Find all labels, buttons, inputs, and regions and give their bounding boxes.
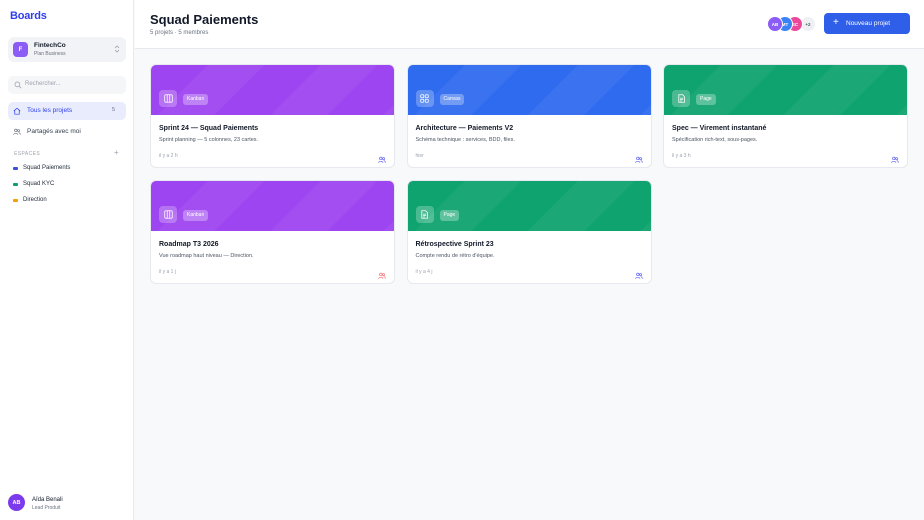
project-card[interactable]: Kanban Sprint 24 — Squad Paiements Sprint … bbox=[150, 64, 395, 168]
new-project-label: Nouveau projet bbox=[846, 20, 891, 27]
home-icon bbox=[13, 107, 21, 115]
sidebar: Boards F FintechCo Plan Business Recherc… bbox=[0, 0, 134, 520]
card-banner: Kanban bbox=[151, 65, 394, 115]
space-label: Squad KYC bbox=[23, 181, 55, 187]
brand-logo[interactable]: Boards bbox=[10, 10, 47, 22]
project-card[interactable]: Kanban Roadmap T3 2026 Vue roadmap haut ni… bbox=[150, 180, 395, 284]
chevron-updown-icon bbox=[114, 45, 120, 55]
card-banner: Canvas bbox=[407, 65, 651, 115]
kanban-icon bbox=[159, 206, 177, 223]
plus-icon: + bbox=[833, 17, 839, 28]
page-subtitle: 5 projets · 5 membres bbox=[150, 30, 209, 36]
add-space-button[interactable]: + bbox=[114, 148, 119, 157]
avatar: AB bbox=[8, 494, 25, 511]
search-icon bbox=[14, 81, 22, 89]
card-banner: Page bbox=[407, 181, 651, 231]
space-color-dot bbox=[13, 183, 18, 186]
project-type-badge: Page bbox=[696, 94, 716, 105]
space-color-dot bbox=[13, 167, 18, 170]
users-icon bbox=[13, 128, 21, 135]
space-color-dot bbox=[13, 199, 18, 202]
project-description: Spécification rich-text, sous-pages. bbox=[672, 137, 758, 143]
workspace-avatar: F bbox=[13, 42, 28, 57]
shared-users-icon[interactable] bbox=[634, 267, 643, 279]
project-timestamp: il y a 2 h bbox=[159, 153, 178, 159]
spaces-section-title: ESPACES bbox=[14, 151, 41, 157]
project-title: Sprint 24 — Squad Paiements bbox=[159, 125, 259, 132]
workspace-name: FintechCo bbox=[34, 42, 66, 49]
project-description: Compte rendu de rétro d'équipe. bbox=[415, 253, 495, 259]
project-card[interactable]: Page Rétrospective Sprint 23 Compte rendu … bbox=[406, 180, 652, 284]
project-card[interactable]: Canvas Architecture — Paiements V2 Schéma … bbox=[406, 64, 652, 168]
canvas-icon bbox=[415, 90, 434, 107]
project-card[interactable]: Page Spec — Virement instantané Spécificat… bbox=[663, 64, 908, 168]
space-label: Squad Paiements bbox=[23, 165, 71, 171]
project-title: Architecture — Paiements V2 bbox=[415, 125, 514, 132]
shared-users-icon[interactable] bbox=[378, 151, 386, 163]
project-type-badge: Page bbox=[439, 210, 460, 221]
user-role: Lead Produit bbox=[32, 505, 61, 511]
workspace-plan: Plan Business bbox=[34, 51, 66, 57]
project-description: Sprint planning — 5 colonnes, 23 cartes. bbox=[159, 137, 259, 143]
project-timestamp: il y a 4 j bbox=[415, 269, 433, 275]
project-type-badge: Kanban bbox=[183, 210, 209, 221]
card-banner: Page bbox=[664, 65, 907, 115]
project-timestamp: il y a 3 h bbox=[672, 153, 691, 159]
project-title: Roadmap T3 2026 bbox=[159, 241, 219, 248]
project-type-badge: Kanban bbox=[183, 94, 209, 105]
page-icon bbox=[415, 206, 434, 223]
page-header: Squad Paiements 5 projets · 5 membres AB… bbox=[135, 0, 924, 49]
search-input[interactable]: Rechercher... bbox=[8, 76, 126, 94]
new-project-button[interactable]: + Nouveau projet bbox=[824, 13, 910, 34]
workspace-switcher[interactable]: F FintechCo Plan Business bbox=[8, 37, 126, 62]
shared-users-icon[interactable] bbox=[891, 151, 899, 163]
kanban-icon bbox=[159, 90, 177, 107]
space-label: Direction bbox=[23, 197, 47, 203]
shared-users-icon[interactable] bbox=[378, 267, 386, 279]
project-type-badge: Canvas bbox=[439, 94, 465, 105]
project-title: Rétrospective Sprint 23 bbox=[415, 241, 494, 248]
nav-shared-label: Partagés avec moi bbox=[27, 128, 81, 135]
user-name: Aïda Benali bbox=[32, 497, 63, 503]
project-description: Vue roadmap haut niveau — Direction. bbox=[159, 253, 254, 259]
project-timestamp: il y a 1 j bbox=[159, 269, 176, 275]
nav-all-projects-label: Tous les projets bbox=[27, 107, 73, 114]
project-title: Spec — Virement instantané bbox=[672, 125, 767, 132]
project-description: Schéma technique : services, BDD, files. bbox=[415, 137, 515, 143]
nav-shared[interactable]: Partagés avec moi bbox=[8, 123, 126, 141]
nav-all-projects[interactable]: Tous les projets 5 bbox=[8, 102, 126, 120]
project-timestamp: hier bbox=[415, 153, 424, 159]
shared-users-icon[interactable] bbox=[634, 151, 643, 163]
nav-all-projects-count: 5 bbox=[111, 107, 115, 113]
page-icon bbox=[672, 90, 690, 107]
card-banner: Kanban bbox=[151, 181, 394, 231]
member-avatar: AB bbox=[767, 16, 783, 32]
page-title: Squad Paiements bbox=[150, 12, 259, 27]
search-placeholder: Rechercher... bbox=[25, 81, 61, 87]
